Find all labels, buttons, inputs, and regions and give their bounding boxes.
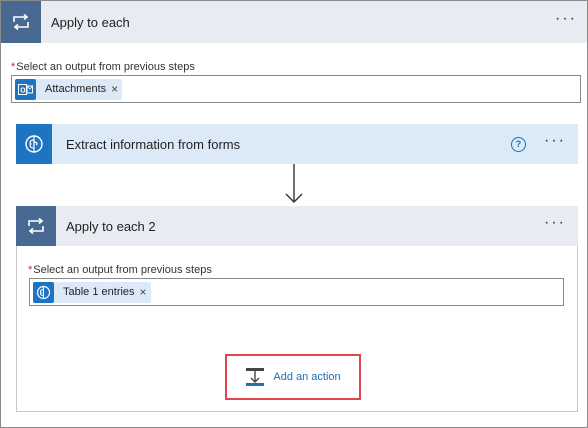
token-table-1-entries[interactable]: Table 1 entries × [33, 281, 151, 303]
ai-builder-icon [33, 281, 54, 303]
connector-arrow-icon [285, 164, 303, 203]
card-title: Apply to each [51, 14, 130, 30]
token-label: Table 1 entries [63, 286, 135, 298]
field-label: *Select an output from previous steps [28, 264, 212, 276]
select-output-input[interactable]: O Attachments × [11, 75, 581, 103]
field-label-text: Select an output from previous steps [33, 264, 212, 276]
svg-text:O: O [20, 87, 26, 94]
token-attachments[interactable]: O Attachments × [15, 78, 123, 100]
field-label: *Select an output from previous steps [11, 61, 195, 73]
add-action-button[interactable]: Add an action [225, 354, 361, 400]
outlook-icon: O [15, 78, 36, 100]
required-mark: * [11, 61, 16, 73]
add-action-label: Add an action [273, 371, 341, 383]
remove-token-icon[interactable]: × [111, 82, 122, 96]
extract-information-step[interactable]: Extract information from forms ? ··· [16, 124, 578, 164]
select-output-input[interactable]: Table 1 entries × [29, 278, 564, 306]
more-options-icon[interactable]: ··· [555, 11, 577, 30]
more-options-icon[interactable]: ··· [544, 215, 566, 234]
loop-icon [1, 1, 41, 43]
field-label-text: Select an output from previous steps [16, 61, 195, 73]
loop-icon [16, 206, 56, 246]
card-title: Apply to each 2 [66, 218, 156, 234]
more-options-icon[interactable]: ··· [544, 133, 566, 152]
help-glyph: ? [515, 139, 522, 149]
ai-builder-icon [16, 124, 52, 164]
apply-to-each-header[interactable]: Apply to each ··· [1, 1, 587, 43]
help-icon[interactable]: ? [511, 136, 527, 152]
required-mark: * [28, 264, 33, 276]
card-title: Extract information from forms [66, 136, 241, 152]
remove-token-icon[interactable]: × [140, 285, 151, 299]
token-label: Attachments [45, 83, 107, 95]
apply-to-each-2-header[interactable]: Apply to each 2 ··· [16, 206, 578, 246]
add-action-icon [246, 368, 265, 386]
